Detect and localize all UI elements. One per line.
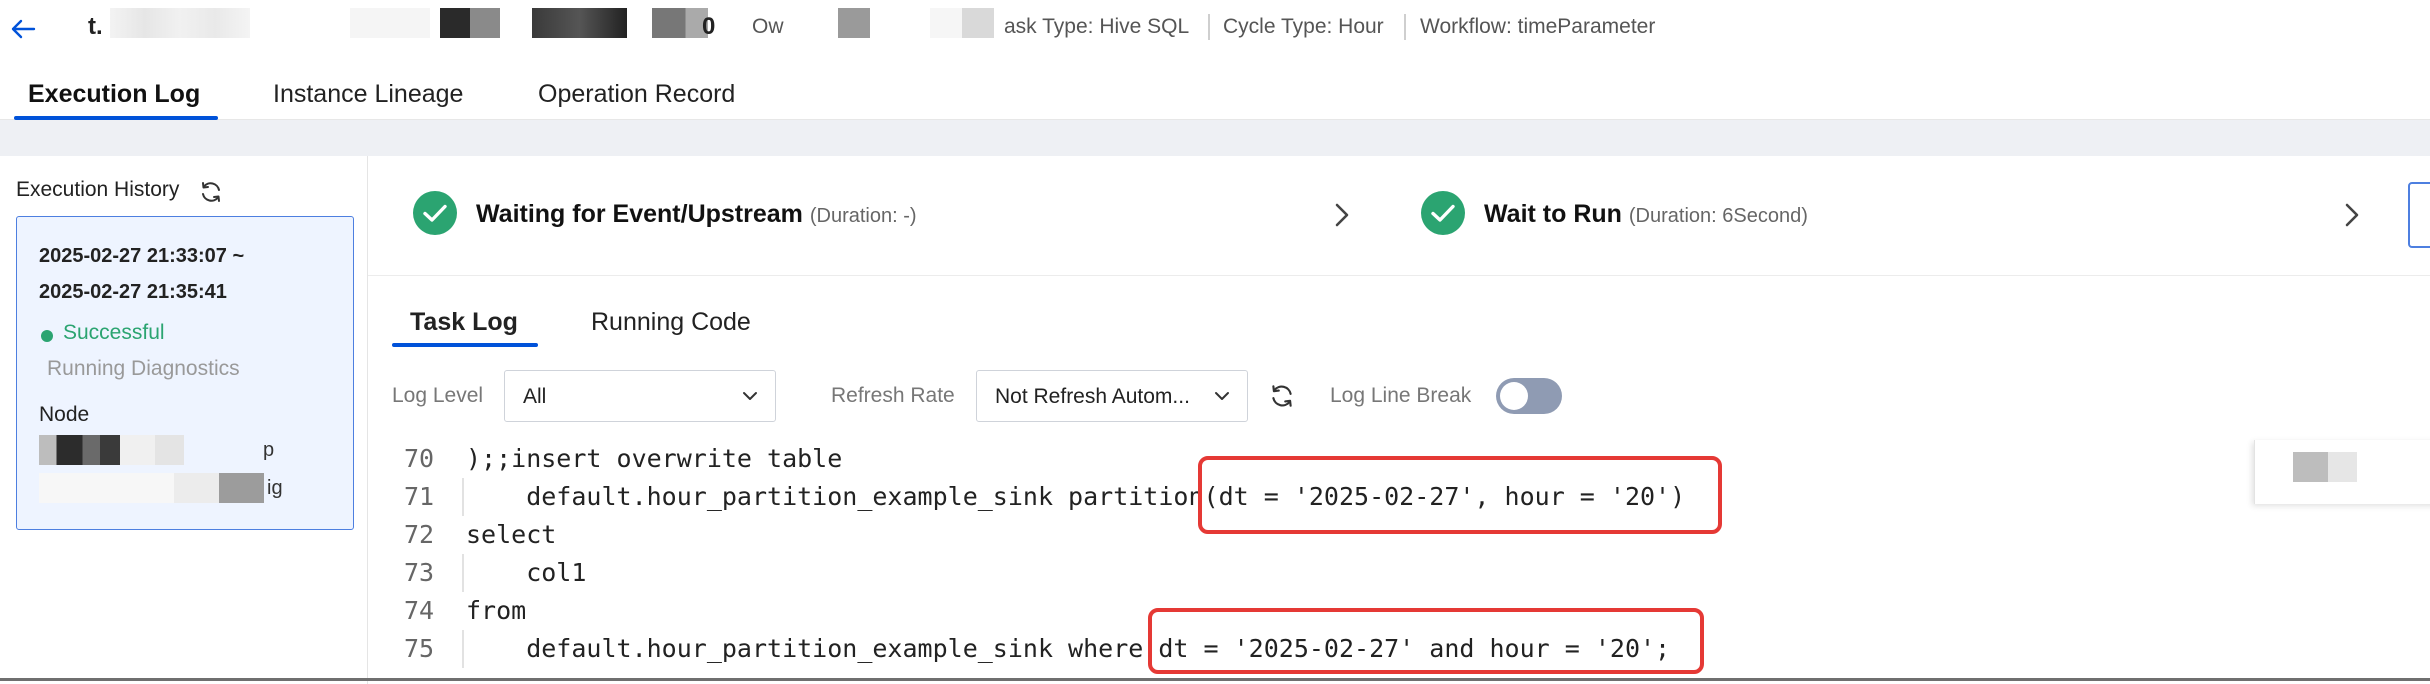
line-number: 75 <box>404 634 435 663</box>
back-arrow-icon[interactable] <box>8 14 38 44</box>
meta-divider <box>1404 14 1406 40</box>
line-number: 70 <box>404 444 435 473</box>
tab-task-log[interactable]: Task Log <box>410 308 518 337</box>
node-name-fragment: ig <box>267 477 283 499</box>
redacted-card-block <box>2293 452 2357 482</box>
redacted-node-block <box>39 435 184 465</box>
line-text: );;insert overwrite table <box>466 444 843 473</box>
step-wait-to-run: Wait to Run (Duration: 6Second) <box>1484 200 1808 229</box>
log-line: 73 col1 <box>392 554 2252 592</box>
owner-label: Ow <box>752 15 784 38</box>
main-tabs: Execution Log Instance Lineage Operation… <box>0 58 2430 120</box>
indent-guide <box>462 554 464 592</box>
line-text: from <box>466 596 527 625</box>
next-step-card-edge[interactable] <box>2408 182 2430 248</box>
highlight-where-box <box>1148 608 1704 674</box>
refresh-icon[interactable] <box>198 179 224 205</box>
node-name-fragment: p <box>263 439 275 461</box>
redacted-title-block <box>532 8 627 38</box>
indent-guide <box>462 630 464 668</box>
execution-history-title: Execution History <box>16 178 180 201</box>
execution-history-panel: Execution History 2025-02-27 21:33:07 ~ … <box>0 156 368 684</box>
chevron-right-icon <box>2345 203 2359 227</box>
running-diagnostics-link[interactable]: Running Diagnostics <box>47 357 240 381</box>
log-level-value: All <box>523 385 547 408</box>
redacted-title-block <box>350 8 430 38</box>
log-level-label: Log Level <box>392 384 484 407</box>
history-time-end: 2025-02-27 21:35:41 <box>39 281 227 303</box>
window-bottom-edge <box>0 678 2430 681</box>
refresh-rate-value: Not Refresh Autom... <box>995 385 1190 408</box>
redacted-owner-block <box>930 8 994 38</box>
refresh-log-icon[interactable] <box>1268 382 1296 410</box>
history-time-start: 2025-02-27 21:33:07 ~ <box>39 245 245 267</box>
node-label: Node <box>39 403 90 426</box>
step-label-text: Waiting for Event/Upstream <box>476 200 803 228</box>
redacted-title-block <box>652 8 708 38</box>
line-number: 73 <box>404 558 435 587</box>
refresh-rate-label: Refresh Rate <box>831 384 955 407</box>
redacted-title-block <box>110 8 250 38</box>
step-duration: (Duration: 6Second) <box>1628 205 1808 227</box>
tab-instance-lineage[interactable]: Instance Lineage <box>273 80 463 109</box>
highlight-partition-box <box>1198 456 1722 534</box>
meta-divider <box>1208 14 1210 40</box>
log-level-select[interactable]: All <box>504 370 776 422</box>
section-divider-band <box>0 120 2430 156</box>
step-waiting-upstream: Waiting for Event/Upstream (Duration: -) <box>476 200 917 229</box>
tab-operation-record[interactable]: Operation Record <box>538 80 735 109</box>
tab-execution-log[interactable]: Execution Log <box>28 80 200 109</box>
page-header: t. 0 Ow ask Type: Hive SQL Cycle Type: H… <box>0 0 2430 58</box>
refresh-rate-select[interactable]: Not Refresh Autom... <box>976 370 1248 422</box>
log-tabs: Task Log Running Code <box>392 294 2430 348</box>
log-toolbar: Log Level All Refresh Rate Not Refresh A… <box>392 368 2192 424</box>
line-number: 74 <box>404 596 435 625</box>
active-subtab-indicator <box>392 343 538 347</box>
execution-steps: Waiting for Event/Upstream (Duration: -)… <box>368 156 2430 276</box>
cycle-type-label: Cycle Type: Hour <box>1223 15 1384 38</box>
success-check-icon <box>1421 191 1465 235</box>
line-text: select <box>466 520 557 549</box>
log-line-break-label: Log Line Break <box>1330 384 1472 407</box>
chevron-right-icon <box>1335 203 1349 227</box>
task-title-end: 0 <box>702 13 716 40</box>
line-text: col1 <box>466 558 587 587</box>
redacted-node-block <box>39 473 264 503</box>
redacted-owner-block <box>838 8 870 38</box>
task-type-label: ask Type: Hive SQL <box>1004 15 1190 38</box>
success-check-icon <box>413 191 457 235</box>
task-title-start: t. <box>88 13 103 40</box>
floating-minimap-card <box>2254 440 2430 504</box>
status-dot-icon <box>41 330 53 342</box>
line-number: 71 <box>404 482 435 511</box>
status-badge: Successful <box>63 321 165 344</box>
step-label-text: Wait to Run <box>1484 200 1622 228</box>
workflow-label: Workflow: timeParameter <box>1420 15 1656 38</box>
tab-running-code[interactable]: Running Code <box>591 308 751 337</box>
chevron-down-icon <box>743 392 757 400</box>
line-number: 72 <box>404 520 435 549</box>
step-duration: (Duration: -) <box>809 205 917 227</box>
execution-history-item[interactable]: 2025-02-27 21:33:07 ~ 2025-02-27 21:35:4… <box>16 216 354 530</box>
chevron-down-icon <box>1215 392 1229 400</box>
indent-guide <box>462 478 464 516</box>
redacted-title-block <box>440 8 500 38</box>
log-line-break-toggle[interactable] <box>1496 378 1562 414</box>
toggle-knob <box>1500 382 1528 410</box>
